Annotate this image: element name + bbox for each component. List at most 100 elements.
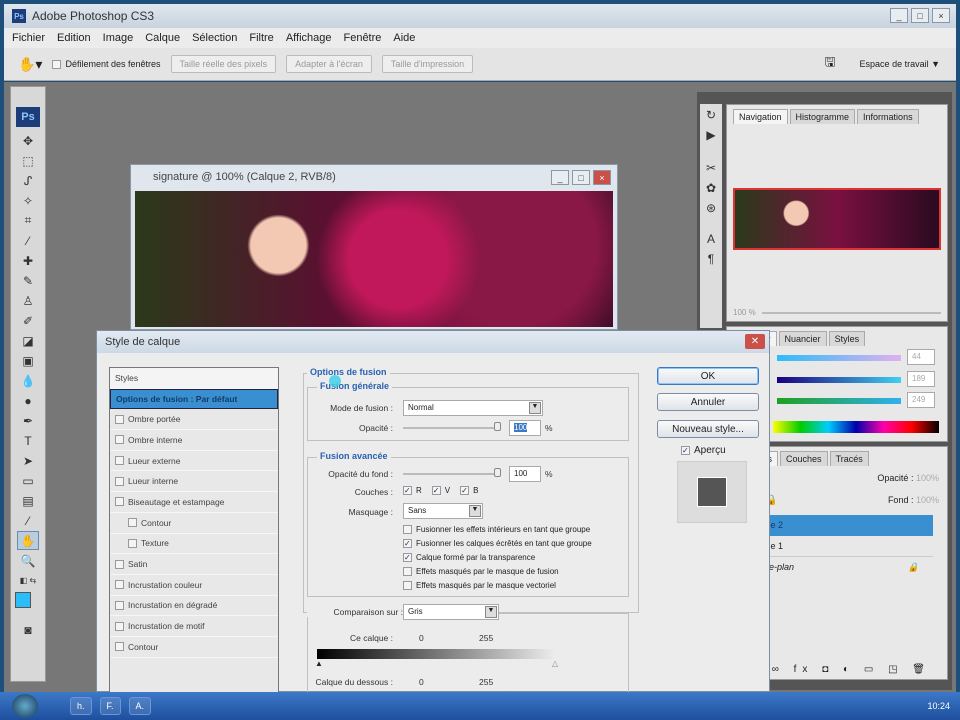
new-style-button[interactable]: Nouveau style... <box>657 420 759 438</box>
style-item[interactable]: Ombre portée <box>110 409 278 431</box>
dialog-close-button[interactable]: ✕ <box>745 334 765 349</box>
advanced-option-checkbox[interactable] <box>403 566 412 576</box>
taskbar-item-photoshop[interactable]: A. <box>128 697 152 715</box>
fill-opacity-slider[interactable] <box>403 473 499 475</box>
doc-close-button[interactable]: × <box>593 170 611 185</box>
style-checkbox[interactable] <box>115 642 124 652</box>
style-item[interactable]: Lueur externe <box>110 451 278 472</box>
ok-button[interactable]: OK <box>657 367 759 385</box>
navigator-thumbnail[interactable] <box>733 188 941 250</box>
tools-presets-icon[interactable]: ✂ <box>700 158 722 177</box>
channel-v-checkbox[interactable]: ✓ <box>431 486 441 495</box>
fit-screen-button[interactable]: Adapter à l'écran <box>286 55 372 73</box>
style-checkbox[interactable] <box>115 435 124 445</box>
tab-swatches[interactable]: Nuancier <box>778 331 827 346</box>
blend-mode-select[interactable]: Normal ▼ <box>403 400 543 416</box>
history-brush-icon[interactable]: ✐ <box>17 311 39 330</box>
advanced-option-checkbox[interactable] <box>403 524 412 534</box>
white-slider-handle[interactable]: △ <box>552 659 558 668</box>
fill-opacity-knob[interactable] <box>494 468 501 477</box>
maximize-button[interactable]: □ <box>911 8 929 23</box>
style-item[interactable]: Lueur interne <box>110 471 278 493</box>
nav-zoom-value[interactable]: 100 % <box>733 308 756 317</box>
style-item[interactable]: Texture <box>110 534 278 555</box>
brushes-panel-icon[interactable]: ✿ <box>700 178 722 197</box>
style-item[interactable]: Incrustation couleur <box>110 575 278 596</box>
slice-tool-icon[interactable]: ⁄ <box>17 231 39 250</box>
gradient-tool-icon[interactable]: ▣ <box>17 351 39 370</box>
style-item[interactable]: Options de fusion : Par défaut <box>110 388 278 410</box>
quick-mask-icon[interactable]: ◙ <box>17 620 39 639</box>
magic-wand-icon[interactable]: ✧ <box>17 191 39 210</box>
taskbar-item-f[interactable]: F. <box>99 697 121 715</box>
start-button[interactable] <box>12 694 38 718</box>
style-item[interactable]: Ombre interne <box>110 430 278 451</box>
tab-histogram[interactable]: Histogramme <box>789 109 856 124</box>
knockout-select[interactable]: Sans ▼ <box>403 503 483 519</box>
preview-checkbox[interactable]: ✓ <box>681 446 690 455</box>
menu-filtre[interactable]: Filtre <box>249 32 273 44</box>
opacity-input[interactable]: 100 <box>509 420 541 436</box>
actual-pixels-button[interactable]: Taille réelle des pixels <box>170 55 277 73</box>
style-checkbox[interactable] <box>115 580 124 590</box>
fill-opacity-input[interactable]: 100 <box>509 466 541 482</box>
blend-if-select[interactable]: Gris ▼ <box>403 604 499 620</box>
menu-image[interactable]: Image <box>103 32 134 44</box>
paragraph-panel-icon[interactable]: ¶ <box>700 249 722 268</box>
tab-styles[interactable]: Styles <box>828 331 866 346</box>
shape-tool-icon[interactable]: ▭ <box>17 471 39 490</box>
blur-tool-icon[interactable]: 💧 <box>17 371 39 390</box>
cancel-button[interactable]: Annuler <box>657 393 759 411</box>
advanced-option-checkbox[interactable]: ✓ <box>403 552 412 562</box>
green-value[interactable]: 189 <box>907 371 935 387</box>
marquee-tool-icon[interactable]: ⬚ <box>17 151 39 170</box>
notes-tool-icon[interactable]: ▤ <box>17 491 39 510</box>
actions-panel-icon[interactable]: ▶ <box>700 125 722 144</box>
green-slider[interactable] <box>777 377 901 383</box>
history-panel-icon[interactable]: ↻ <box>700 105 722 124</box>
bridge-icon[interactable]: 🖫 <box>824 53 835 75</box>
zoom-tool-icon[interactable]: 🔍 <box>17 551 39 570</box>
layer-opacity-value[interactable]: 100% <box>916 473 939 483</box>
blue-slider[interactable] <box>777 398 901 404</box>
menu-calque[interactable]: Calque <box>145 32 180 44</box>
channel-r-checkbox[interactable]: ✓ <box>403 486 412 495</box>
style-checkbox[interactable] <box>115 621 124 631</box>
move-tool-icon[interactable]: ✥ <box>17 131 39 150</box>
tab-info[interactable]: Informations <box>857 109 919 124</box>
layer-fill-value[interactable]: 100% <box>916 495 939 505</box>
style-checkbox[interactable] <box>115 456 124 466</box>
style-checkbox[interactable] <box>115 600 124 610</box>
opacity-slider-knob[interactable] <box>494 422 501 431</box>
opacity-slider[interactable] <box>403 427 499 429</box>
type-tool-icon[interactable]: T <box>17 431 39 450</box>
style-item[interactable]: Biseautage et estampage <box>110 492 278 513</box>
close-button[interactable]: × <box>932 8 950 23</box>
document-canvas[interactable] <box>135 191 613 327</box>
eraser-tool-icon[interactable]: ◪ <box>17 331 39 350</box>
taskbar-item-ie[interactable]: h. <box>70 697 92 715</box>
lasso-tool-icon[interactable]: ᔑ <box>17 171 39 190</box>
this-layer-gradient[interactable] <box>317 649 557 659</box>
style-item[interactable]: Incrustation en dégradé <box>110 596 278 617</box>
menu-selection[interactable]: Sélection <box>192 32 237 44</box>
blue-value[interactable]: 249 <box>907 392 935 408</box>
nav-zoom-slider[interactable] <box>761 311 941 314</box>
hand-tool-icon[interactable]: ✋ <box>17 531 39 550</box>
character-panel-icon[interactable]: A <box>700 229 722 248</box>
style-checkbox[interactable] <box>115 559 124 569</box>
menu-affichage[interactable]: Affichage <box>286 32 332 44</box>
red-slider[interactable] <box>777 355 901 361</box>
crop-tool-icon[interactable]: ⌗ <box>17 211 39 230</box>
style-checkbox[interactable] <box>115 414 124 424</box>
healing-tool-icon[interactable]: ✚ <box>17 251 39 270</box>
hand-tool-icon[interactable]: ✋▾ <box>18 56 42 73</box>
pen-tool-icon[interactable]: ✒ <box>17 411 39 430</box>
clone-source-icon[interactable]: ⊛ <box>700 198 722 217</box>
advanced-option-checkbox[interactable] <box>403 580 412 590</box>
menu-fichier[interactable]: Fichier <box>12 32 45 44</box>
style-item[interactable]: Contour <box>110 513 278 534</box>
style-checkbox[interactable] <box>115 497 124 507</box>
style-item[interactable]: Satin <box>110 554 278 575</box>
workspace-menu[interactable]: Espace de travail ▼ <box>860 59 940 69</box>
